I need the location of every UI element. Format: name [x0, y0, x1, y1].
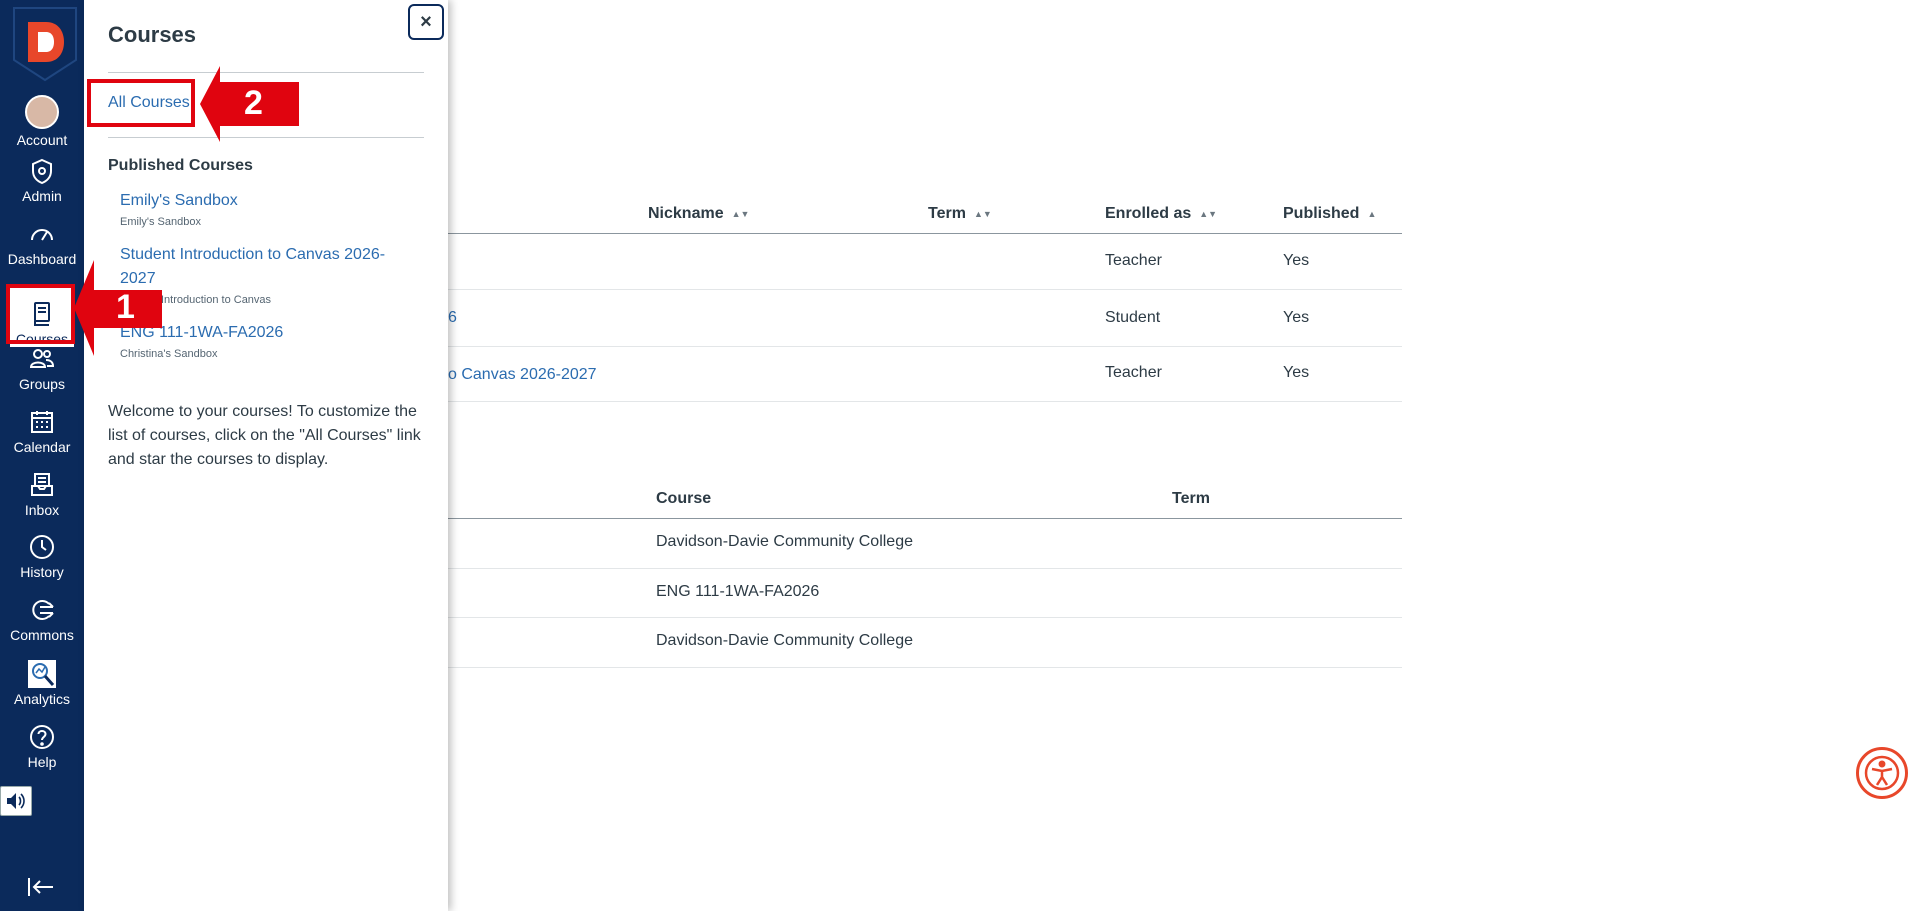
calendar-icon [31, 411, 53, 433]
collapse-nav-button[interactable] [26, 876, 58, 902]
accessibility-icon [1864, 755, 1900, 791]
nav-inbox[interactable]: Inbox [0, 458, 84, 518]
header-course: Course [656, 490, 712, 507]
groups-icon [29, 349, 55, 368]
row-divider [448, 401, 1402, 402]
analytics-icon [28, 660, 56, 688]
highlight-box-all-courses [87, 79, 195, 127]
table-header-divider [448, 233, 1402, 234]
row-divider [448, 346, 1402, 347]
row-divider [448, 568, 1402, 569]
tray-course-link[interactable]: Emily's Sandbox [120, 189, 410, 213]
course-name-link[interactable]: 6 [448, 309, 457, 327]
nav-account[interactable]: Account [0, 88, 84, 148]
dashboard-gauge-icon [31, 229, 53, 241]
inbox-icon [31, 473, 53, 496]
course-name-link[interactable]: o Canvas 2026-2027 [448, 366, 597, 384]
row-divider [448, 617, 1402, 618]
header-term[interactable]: Term ▲▼ [928, 205, 992, 223]
tray-course-link[interactable]: Student Introduction to Canvas 2026-2027 [120, 243, 410, 291]
sort-icon: ▲▼ [1199, 208, 1218, 219]
enrolled-cell: Teacher [1105, 364, 1162, 381]
institution-logo[interactable] [12, 6, 78, 82]
sort-asc-icon: ▲ [1367, 208, 1377, 219]
callout-arrow-2: 2 [198, 64, 300, 144]
nav-help[interactable]: Help [0, 710, 84, 770]
clock-icon [30, 535, 54, 559]
table-header-divider [448, 518, 1402, 519]
tray-title: Courses [108, 22, 197, 47]
global-navigation: Account Admin Dashboard Courses Groups C… [0, 0, 84, 911]
group-course-cell: Davidson-Davie Community College [656, 632, 913, 649]
callout-number: 2 [244, 84, 263, 122]
close-tray-button[interactable]: × [408, 4, 444, 40]
help-icon [30, 725, 54, 749]
nav-history[interactable]: History [0, 520, 84, 580]
collapse-arrow-icon [28, 878, 53, 896]
speaker-icon [7, 793, 25, 809]
shield-icon [32, 158, 52, 185]
tray-course-link[interactable]: ENG 111-1WA-FA2026 [120, 321, 410, 345]
callout-number: 1 [116, 288, 135, 326]
header-published[interactable]: Published ▲ [1283, 205, 1376, 223]
nav-analytics[interactable]: Analytics [0, 647, 84, 707]
commons-icon [32, 600, 54, 620]
close-icon: × [420, 10, 432, 33]
row-divider [448, 289, 1402, 290]
row-divider [448, 667, 1402, 668]
accessibility-button[interactable] [1856, 747, 1908, 799]
enrolled-cell: Student [1105, 309, 1161, 326]
nav-admin[interactable]: Admin [0, 144, 84, 204]
highlight-box-courses [6, 284, 75, 344]
sort-icon: ▲▼ [973, 208, 992, 219]
enrolled-cell: Teacher [1105, 252, 1162, 269]
published-cell: Yes [1283, 364, 1310, 381]
published-cell: Yes [1283, 252, 1310, 269]
speaker-button[interactable] [0, 786, 32, 816]
header-nickname[interactable]: Nickname ▲▼ [648, 205, 749, 223]
tray-welcome-text: Welcome to your courses! To customize th… [108, 403, 421, 468]
header-term: Term [1172, 490, 1210, 507]
tray-course-subtitle: Emily's Sandbox [120, 216, 201, 228]
avatar [25, 95, 59, 129]
group-course-cell: Davidson-Davie Community College [656, 533, 913, 550]
nav-commons[interactable]: Commons [0, 583, 84, 643]
nav-calendar[interactable]: Calendar [0, 395, 84, 455]
published-courses-heading: Published Courses [108, 157, 253, 174]
header-enrolled-as[interactable]: Enrolled as ▲▼ [1105, 205, 1217, 223]
group-course-cell: ENG 111-1WA-FA2026 [656, 583, 820, 600]
callout-arrow-1: 1 [72, 258, 162, 358]
sort-icon: ▲▼ [731, 208, 750, 219]
published-cell: Yes [1283, 309, 1310, 326]
